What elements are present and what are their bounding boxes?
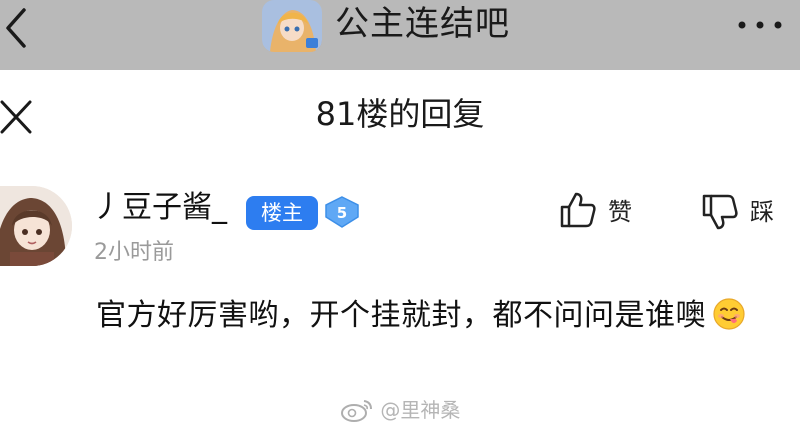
host-badge: 楼主 — [246, 196, 318, 230]
like-label: 赞 — [608, 198, 632, 226]
reply-sheet-header: 81楼的回复 — [0, 70, 800, 166]
more-dots-icon[interactable] — [732, 10, 788, 40]
watermark-text: @里神桑 — [380, 398, 461, 422]
dislike-label: 踩 — [750, 198, 774, 226]
thumbs-down-icon — [700, 192, 740, 232]
dislike-button[interactable]: 踩 — [700, 190, 800, 234]
user-avatar[interactable] — [0, 186, 72, 266]
like-button[interactable]: 赞 — [558, 190, 658, 234]
sheet-title: 81楼的回复 — [315, 95, 485, 133]
level-badge: 5 — [322, 195, 362, 229]
username[interactable]: 丿豆子酱_ — [92, 190, 227, 226]
post-text: 官方好厉害哟，开个挂就封，都不问问是谁噢 — [96, 298, 706, 333]
weibo-watermark: @里神桑 — [340, 396, 460, 424]
forum-avatar[interactable] — [262, 0, 322, 52]
forum-title[interactable]: 公主连结吧 — [335, 4, 510, 44]
chevron-left-icon[interactable] — [0, 6, 40, 52]
smiling-face-tongue-emoji — [712, 296, 746, 330]
thumbs-up-icon — [558, 190, 598, 230]
post-time: 2小时前 — [94, 240, 174, 265]
post-content: 官方好厉害哟，开个挂就封，都不问问是谁噢 — [96, 290, 756, 342]
level-number: 5 — [337, 204, 347, 222]
forum-top-bar: 公主连结吧 — [0, 0, 800, 70]
weibo-icon — [340, 398, 374, 422]
